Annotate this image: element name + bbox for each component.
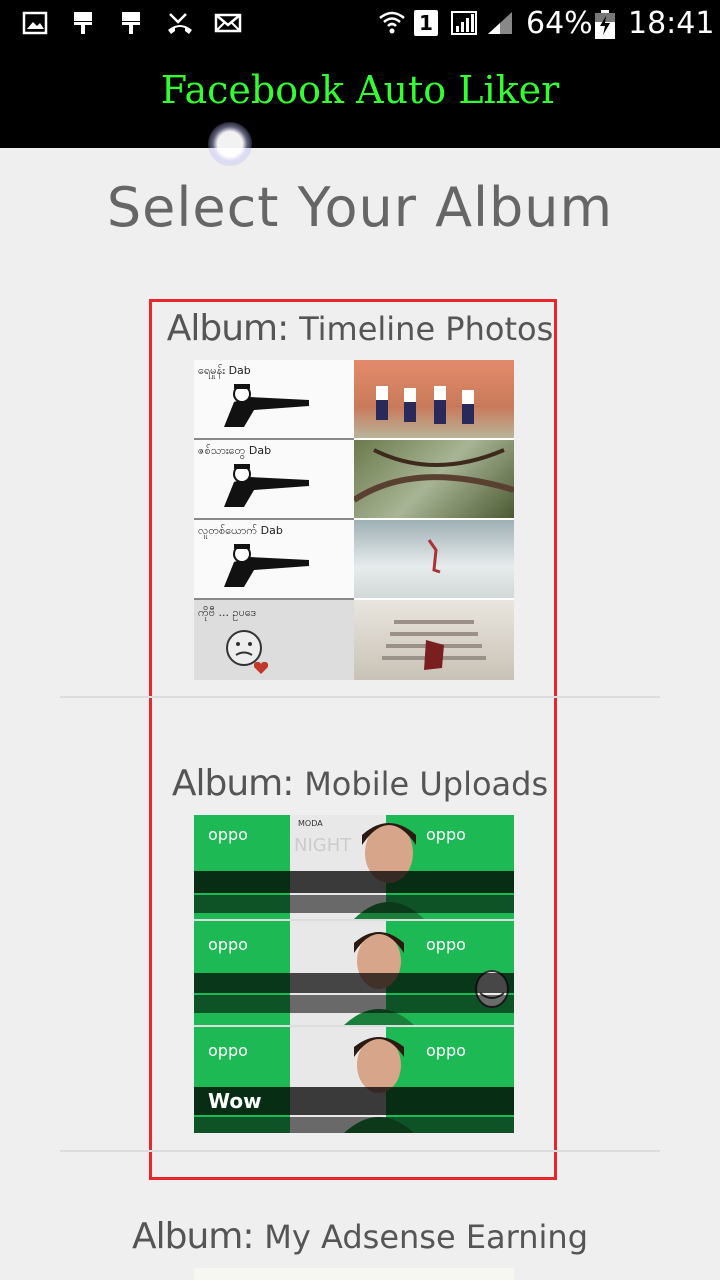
meme-panel: ဇစ်သားတွေ Dab — [194, 440, 354, 520]
album-prefix: Album: — [166, 308, 289, 349]
caption-bar — [194, 995, 514, 1013]
caption-bar — [194, 871, 514, 893]
brand-tag: oppo — [208, 1041, 248, 1060]
photo-beach — [354, 520, 514, 598]
touch-ripple — [208, 122, 252, 166]
meme-caption: ကိုဗီ ... ဥပဒေ — [198, 606, 257, 619]
battery-percent: 64% — [526, 6, 593, 41]
photo-dancers — [354, 360, 514, 438]
battery-icon — [594, 10, 616, 39]
meme-panel: လူတစ်ယောက် Dab — [194, 520, 354, 600]
brand-tag: oppo — [426, 935, 466, 954]
mail-icon — [214, 10, 242, 36]
divider — [60, 1150, 660, 1152]
album-name: My Adsense Earning — [264, 1218, 589, 1256]
clock: 18:41 — [628, 6, 715, 41]
album-thumbnail[interactable]: oppo MODA NIGHT oppo oppo oppo oppo oppo… — [194, 815, 514, 1133]
album-prefix: Album: — [171, 763, 294, 804]
signal-icon — [486, 10, 512, 36]
album-name: Timeline Photos — [299, 310, 554, 348]
album-thumbnail[interactable]: ရေမှုန်း Dab ဇစ်သားတွေ Dab လူတစ်ယောက် Da… — [194, 360, 514, 680]
brand-tag: oppo — [426, 1041, 466, 1060]
photo-frame: oppo oppo — [194, 921, 514, 1025]
album-title: Album: Mobile Uploads — [0, 763, 720, 804]
meme-caption: လူတစ်ယောက် Dab — [198, 524, 283, 537]
album-title: Album: My Adsense Earning — [0, 1216, 720, 1257]
caption-word: Wow — [208, 1089, 262, 1113]
photo-frame: oppo oppo Wow — [194, 1027, 514, 1133]
app-bar: Facebook Auto Liker — [0, 48, 720, 148]
album-item-mobile-uploads[interactable]: Album: Mobile Uploads oppo MODA NIGHT op… — [0, 755, 720, 1153]
album-thumbnail[interactable] — [194, 1268, 514, 1280]
album-item-my-adsense-earning[interactable]: Album: My Adsense Earning — [0, 1208, 720, 1280]
brand-tag: oppo — [208, 825, 248, 844]
album-title: Album: Timeline Photos — [0, 308, 720, 349]
missed-call-icon — [166, 10, 192, 36]
brush-icon — [118, 10, 144, 36]
caption-bar: Wow — [194, 1087, 514, 1115]
photo-stairs — [354, 600, 514, 680]
night-tag: NIGHT — [294, 835, 352, 856]
album-name: Mobile Uploads — [304, 765, 549, 803]
status-bar: 1 64% 18:41 — [0, 0, 720, 48]
brand-tag: oppo — [208, 935, 248, 954]
divider — [60, 696, 660, 698]
meme-caption: ရေမှုန်း Dab — [198, 364, 251, 377]
app-title: Facebook Auto Liker — [160, 68, 560, 112]
photo-frame: oppo MODA NIGHT oppo — [194, 815, 514, 919]
caption-bar — [194, 973, 514, 993]
page-title: Select Your Album — [106, 176, 614, 239]
meme-panel: ရေမှုန်း Dab — [194, 360, 354, 440]
album-prefix: Album: — [131, 1216, 254, 1257]
meme-panel: ကိုဗီ ... ဥပဒေ — [194, 600, 354, 680]
meme-caption: ဇစ်သားတွေ Dab — [198, 444, 272, 457]
event-tag: MODA — [298, 819, 323, 828]
caption-bar — [194, 1117, 514, 1133]
signal-icon — [450, 10, 477, 36]
photo-tree — [352, 440, 514, 518]
wifi-icon — [378, 10, 405, 36]
sim-icon: 1 — [414, 10, 438, 36]
gallery-icon — [22, 10, 48, 36]
album-item-timeline-photos[interactable]: Album: Timeline Photos ရေမှုန်း Dab ဇစ်သ… — [0, 300, 720, 698]
brush-icon — [70, 10, 96, 36]
caption-bar — [194, 895, 514, 913]
